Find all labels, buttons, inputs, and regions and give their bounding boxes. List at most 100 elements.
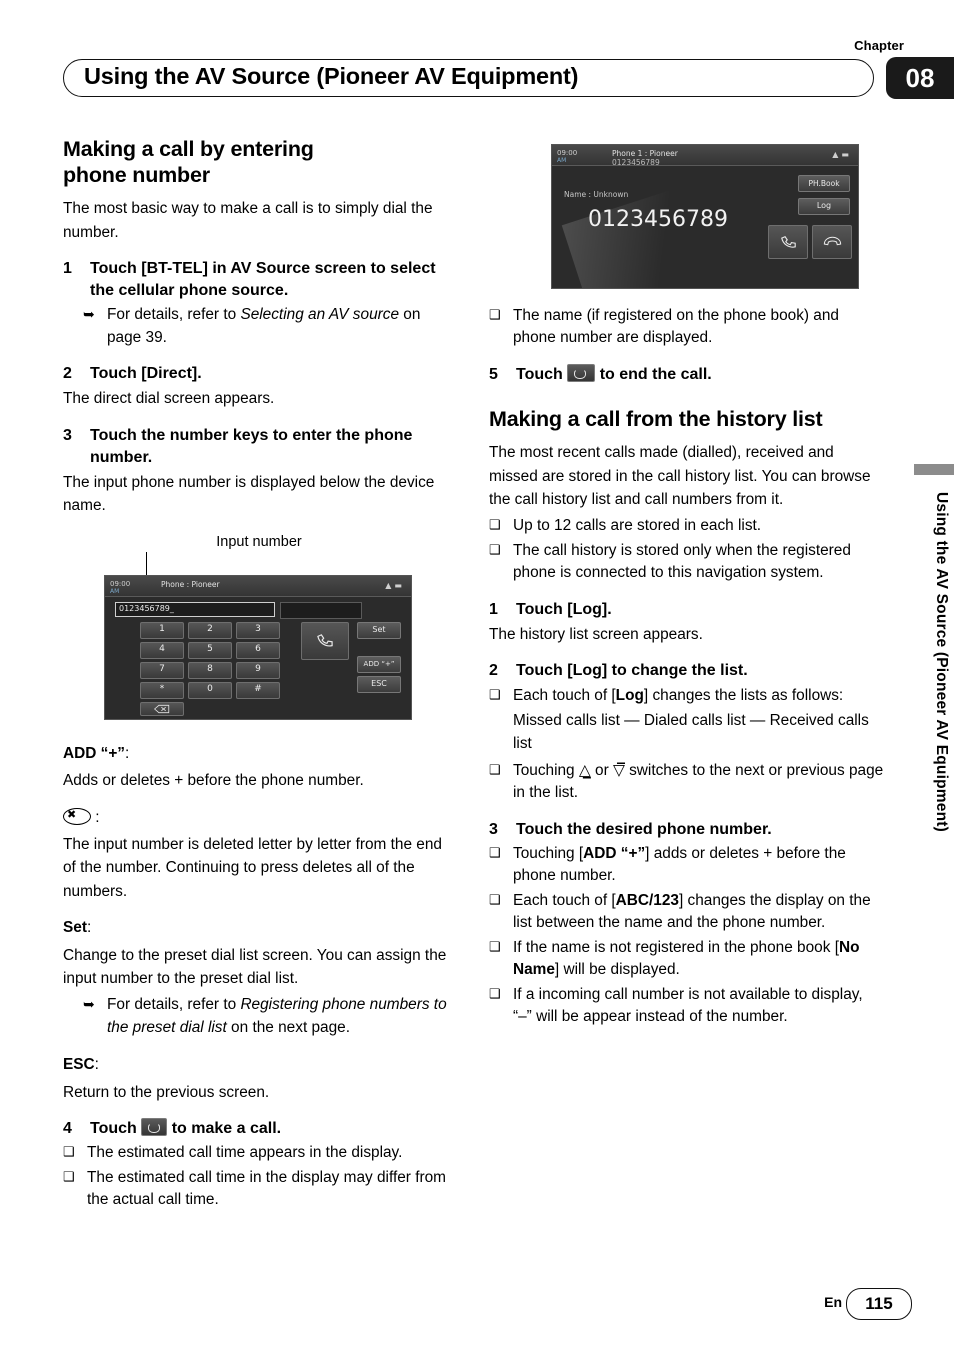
step-4-note-2: ❑ The estimated call time in the display… [63,1167,455,1212]
left-column: Making a call by entering phone number T… [63,136,455,1214]
device-delete-key[interactable] [140,701,184,716]
ref-pre: For details, refer to [107,306,241,324]
step-2-text: Touch [Direct]. [90,365,202,383]
device-esc-button[interactable]: ESC [357,675,401,693]
step-5-pre: Touch [516,365,568,383]
history-step-2-note-1-text: Each touch of [Log] changes the lists as… [513,685,885,707]
device-key-6[interactable]: 6 [236,641,280,659]
page-down-icon: ▽̅ [612,761,625,779]
history-step-2-note-2: ❑ Touching △̲ or ▽̅ switches to the next… [489,760,885,805]
s3n1-bold: ADD “+” [583,844,646,862]
step-3: 3 Touch the number keys to enter the pho… [63,425,455,469]
history-step-3-note-3: ❑ If the name is not registered in the p… [489,937,885,982]
device-key-3[interactable]: 3 [236,621,280,639]
note-bullet-icon-10: ❑ [489,938,501,954]
history-step-3-note-1: ❑ Touching [ADD “+”] adds or deletes + b… [489,843,885,888]
phone-handset-icon [317,633,333,647]
device-log-button[interactable]: Log [798,198,850,215]
step-1-reference: ➥ For details, refer to Selecting an AV … [83,304,455,349]
history-note-1-text: Up to 12 calls are stored in each list. [513,517,762,535]
device-name-label: Name : Unknown [564,190,629,199]
n2-mid: or [590,761,613,779]
figure-caption: Input number [216,533,302,550]
step-2: 2 Touch [Direct]. [63,363,455,385]
step-1-reference-text: For details, refer to Selecting an AV so… [107,304,455,349]
history-step-3-number: 3 [489,820,498,838]
page-title: Using the AV Source (Pioneer AV Equipmen… [84,63,579,89]
phone-hangup-icon [823,236,841,246]
device-input-secondary [280,601,362,619]
s3n2-pre: Each touch of [ [513,891,616,909]
device-key-9[interactable]: 9 [236,661,280,679]
s3n1-pre: Touching [ [513,844,584,862]
history-step-2-text: Touch [Log] to change the list. [516,662,748,680]
step-4-number: 4 [63,1120,72,1138]
set-term-line: Set: [63,916,455,939]
history-step-3-note-4: ❑ If a incoming call number is not avail… [489,984,885,1029]
note-bullet-icon: ❑ [63,1144,75,1160]
device-signal-battery-icons-2: ▲▬ [832,150,852,159]
history-note-2: ❑ The call history is stored only when t… [489,540,885,585]
side-tab-rule [914,464,954,475]
figure-note-text: The name (if registered on the phone boo… [513,307,839,347]
device-set-button[interactable]: Set [357,621,401,639]
set-ref-pre: For details, refer to [107,996,241,1014]
device-big-number: 0123456789 [588,207,728,232]
device-key-5[interactable]: 5 [188,641,232,659]
history-step-2-number: 2 [489,662,498,680]
device-key-hash[interactable]: # [236,681,280,699]
note-bullet-icon-11: ❑ [489,985,501,1001]
device-ampm: AM [110,587,120,595]
history-step-3-note-4-text: If a incoming call number is not availab… [513,985,863,1026]
heading-line-2: phone number [63,163,210,188]
device-phbook-button[interactable]: PH.Book [798,175,850,192]
device-key-4[interactable]: 4 [140,641,184,659]
device-source-label: Phone : Pioneer [161,579,220,589]
esc-term: ESC [63,1056,95,1074]
ref-italic: Selecting an AV source [240,306,400,324]
history-step-2-note-2-text: Touching △̲ or ▽̅ switches to the next o… [513,760,885,805]
device-ampm-2: AM [557,157,567,164]
esc-body: Return to the previous screen. [63,1083,270,1101]
device-input-field[interactable]: 0123456789_ [115,601,275,617]
history-note-1: ❑ Up to 12 calls are stored in each list… [489,515,885,537]
page-up-icon: △̲ [578,761,591,779]
device-number-small: 0123456789 [612,158,660,167]
chapter-number-tab: 08 [886,57,954,99]
set-reference: ➥ For details, refer to Registering phon… [83,994,455,1039]
device-call-button[interactable] [301,621,349,660]
device-key-1[interactable]: 1 [140,621,184,639]
device-add-plus-button[interactable]: ADD “+” [357,655,401,673]
device-key-7[interactable]: 7 [140,661,184,679]
device-key-8[interactable]: 8 [188,661,232,679]
device-key-star[interactable]: * [140,681,184,699]
add-plus-term: ADD “+” [63,744,125,762]
device-key-0[interactable]: 0 [188,681,232,699]
add-plus-body: Adds or deletes + before the phone numbe… [63,772,364,790]
footer-language: En [824,1294,842,1310]
footer-page-number: 115 [846,1288,912,1320]
n1-post: ] changes the lists as follows: [643,686,844,704]
history-step-2-note-1-sub: Missed calls list — Dialed calls list — … [513,711,869,753]
device-answer-button[interactable] [768,225,808,259]
note-bullet-icon-7: ❑ [489,761,501,777]
step-4-note-2-text: The estimated call time in the display m… [87,1168,446,1209]
backspace-icon [154,704,170,713]
delete-term-line: : [63,806,455,829]
device-endcall-button[interactable] [812,225,852,259]
side-tab-label: Using the AV Source (Pioneer AV Equipmen… [933,492,950,832]
note-bullet-icon-5: ❑ [489,541,501,557]
s3n3-pre: If the name is not registered in the pho… [513,938,839,956]
history-step-1-number: 1 [489,600,498,618]
step-5-number: 5 [489,365,498,383]
device-key-2[interactable]: 2 [188,621,232,639]
step-4-pre: Touch [90,1120,142,1138]
set-body: Change to the preset dial list screen. Y… [63,946,447,988]
note-bullet-icon-4: ❑ [489,517,501,533]
note-bullet-icon-3: ❑ [489,307,501,322]
reference-arrow-icon: ➥ [83,306,95,323]
step-3-number: 3 [63,426,72,444]
add-plus-colon: : [125,744,130,762]
delete-body: The input number is deleted letter by le… [63,836,442,900]
step-4-note-1-text: The estimated call time appears in the d… [87,1144,403,1162]
